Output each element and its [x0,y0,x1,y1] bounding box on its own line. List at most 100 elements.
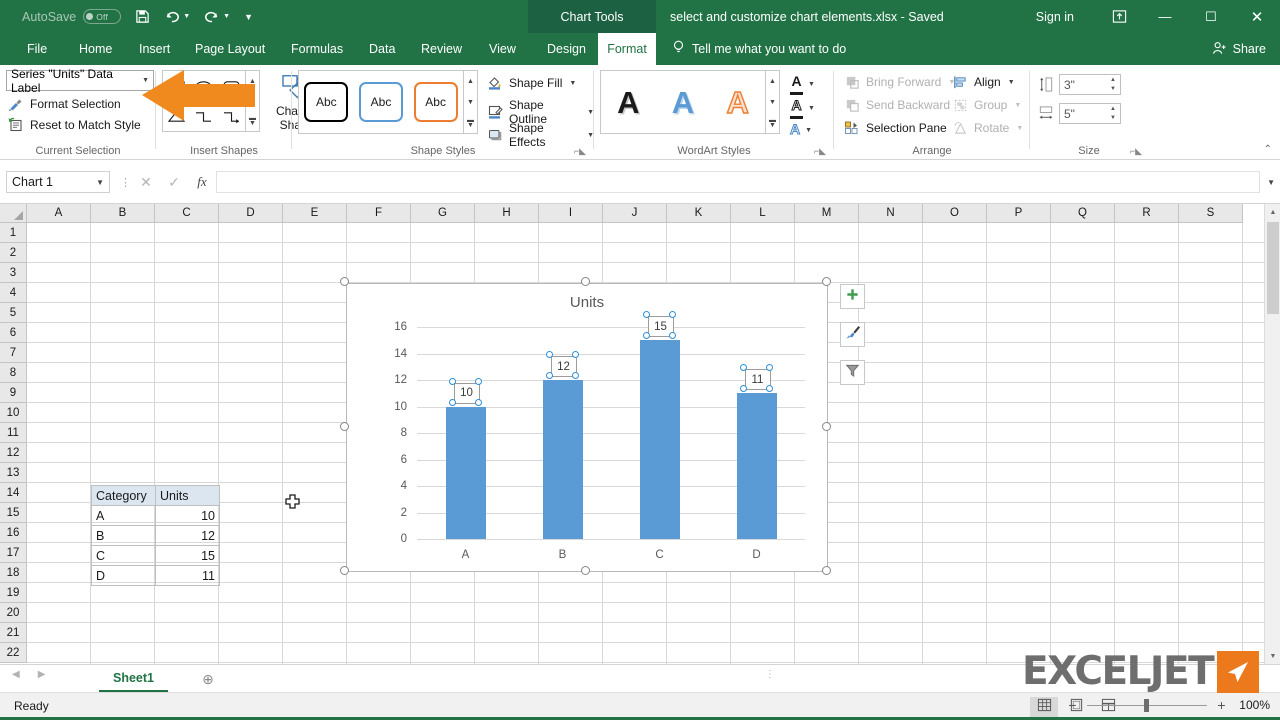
row-header-20[interactable]: 20 [0,603,27,623]
shape-styles-dialog-launcher-icon[interactable]: ⌐◣ [574,146,586,157]
wordart-styles-gallery[interactable]: A A A [600,70,766,134]
data-label-selection-handle[interactable] [475,399,482,406]
wordart-scroll-down-icon[interactable]: ▼ [766,92,779,113]
data-label-selection-handle[interactable] [449,399,456,406]
data-label-selection-handle[interactable] [449,378,456,385]
row-header-5[interactable]: 5 [0,303,27,323]
row-header-15[interactable]: 15 [0,503,27,523]
row-header-18[interactable]: 18 [0,563,27,583]
vertical-scrollbar[interactable]: ▲ ▼ [1264,204,1280,664]
row-header-17[interactable]: 17 [0,543,27,563]
chart-object[interactable]: Units 0246810121416A10B12C15D11 [346,283,828,572]
data-label-selection-handle[interactable] [572,351,579,358]
reset-to-match-style-button[interactable]: Reset to Match Style [8,117,141,133]
shapes-gallery[interactable] [162,70,246,132]
chart-resize-handle[interactable] [340,422,349,431]
data-label-selection-handle[interactable] [572,372,579,379]
bring-forward-button[interactable]: Bring Forward ▼ [844,74,955,90]
row-header-6[interactable]: 6 [0,323,27,343]
shape-fill-button[interactable]: Shape Fill ▼ [487,75,576,91]
shape-styles-scroll[interactable]: ▲ ▼ ▬▼ [464,70,478,134]
row-header-7[interactable]: 7 [0,343,27,363]
column-header-c[interactable]: C [155,204,219,223]
chart-styles-button[interactable] [840,322,865,347]
row-header-1[interactable]: 1 [0,223,27,243]
row-header-13[interactable]: 13 [0,463,27,483]
styles-expand-icon[interactable]: ▬▼ [464,112,477,133]
vertical-scroll-thumb[interactable] [1267,222,1279,314]
data-label-selection-handle[interactable] [669,311,676,318]
chart-resize-handle[interactable] [822,277,831,286]
column-header-o[interactable]: O [923,204,987,223]
zoom-in-button[interactable]: + [1216,697,1227,713]
tab-split-handle[interactable]: ⋮ [765,673,775,677]
format-selection-button[interactable]: Format Selection [8,96,121,112]
qat-customize-icon[interactable]: ▼ [244,12,253,22]
sign-in-button[interactable]: Sign in [1036,10,1074,24]
selection-pane-button[interactable]: Selection Pane [844,120,947,136]
data-label-selection-handle[interactable] [766,385,773,392]
wordart-expand-icon[interactable]: ▬▼ [766,112,779,133]
styles-scroll-up-icon[interactable]: ▲ [464,71,477,92]
ribbon-display-options-icon[interactable] [1096,0,1142,33]
row-header-3[interactable]: 3 [0,263,27,283]
shape-rounded-rect-icon[interactable] [218,71,245,101]
scroll-down-icon[interactable]: ▼ [1265,648,1280,664]
wordart-sample-1[interactable]: A [617,87,639,118]
cell-category-b[interactable]: B [92,526,156,546]
row-header-22[interactable]: 22 [0,643,27,663]
tab-design[interactable]: Design [534,33,599,65]
tab-data[interactable]: Data [356,33,408,65]
column-header-category[interactable]: Category [92,486,156,506]
cell-category-c[interactable]: C [92,546,156,566]
name-box[interactable]: Chart 1 ▼ [6,171,110,193]
column-header-units[interactable]: Units [156,486,220,506]
sheet-tab-sheet1[interactable]: Sheet1 [99,666,168,692]
next-sheet-icon[interactable]: ▶ [38,669,46,680]
shape-style-sample-1[interactable]: Abc [304,82,348,122]
chart-resize-handle[interactable] [822,566,831,575]
column-header-q[interactable]: Q [1051,204,1115,223]
data-label-selection-handle[interactable] [546,372,553,379]
height-spinner[interactable]: ▲▼ [1107,76,1119,93]
undo-icon[interactable]: ▼ [164,10,190,24]
zoom-out-button[interactable]: − [1067,697,1078,713]
row-header-8[interactable]: 8 [0,363,27,383]
gallery-scroll-down-icon[interactable]: ▼ [246,91,259,111]
text-fill-button[interactable]: A ▼ [790,73,815,95]
tab-file[interactable]: File [14,33,60,65]
shapes-gallery-scroll[interactable]: ▲ ▼ ▬▼ [246,70,260,132]
shape-width-input[interactable]: 5" ▲▼ [1059,103,1121,124]
column-header-i[interactable]: I [539,204,603,223]
column-header-l[interactable]: L [731,204,795,223]
row-header-16[interactable]: 16 [0,523,27,543]
column-header-j[interactable]: J [603,204,667,223]
shape-rectangle-icon[interactable] [163,71,190,101]
shape-triangle-icon[interactable] [163,101,190,131]
maximize-restore-button[interactable]: ☐ [1188,0,1234,33]
chart-plot-area[interactable]: 0246810121416A10B12C15D11 [347,284,827,571]
data-label-selection-handle[interactable] [475,378,482,385]
close-button[interactable]: ✕ [1234,0,1280,33]
tell-me-box[interactable]: Tell me what you want to do [672,33,846,65]
column-header-g[interactable]: G [411,204,475,223]
zoom-slider[interactable] [1087,705,1207,706]
column-header-k[interactable]: K [667,204,731,223]
chart-elements-button[interactable] [840,284,865,309]
scroll-up-icon[interactable]: ▲ [1265,204,1280,220]
column-header-h[interactable]: H [475,204,539,223]
gallery-expand-icon[interactable]: ▬▼ [246,111,259,131]
cell-units-a[interactable]: 10 [156,506,220,526]
chart-bar[interactable] [737,393,777,539]
redo-icon[interactable]: ▼ [204,10,230,24]
chart-resize-handle[interactable] [581,566,590,575]
cell-category-d[interactable]: D [92,566,156,586]
chart-bar[interactable] [446,407,486,540]
chart-resize-handle[interactable] [340,277,349,286]
chart-resize-handle[interactable] [581,277,590,286]
wordart-sample-3[interactable]: A [726,87,748,118]
collapse-ribbon-icon[interactable]: ⌃ [1264,144,1272,155]
send-backward-button[interactable]: Send Backward ▼ [844,97,964,113]
column-header-r[interactable]: R [1115,204,1179,223]
chart-bar[interactable] [543,380,583,539]
